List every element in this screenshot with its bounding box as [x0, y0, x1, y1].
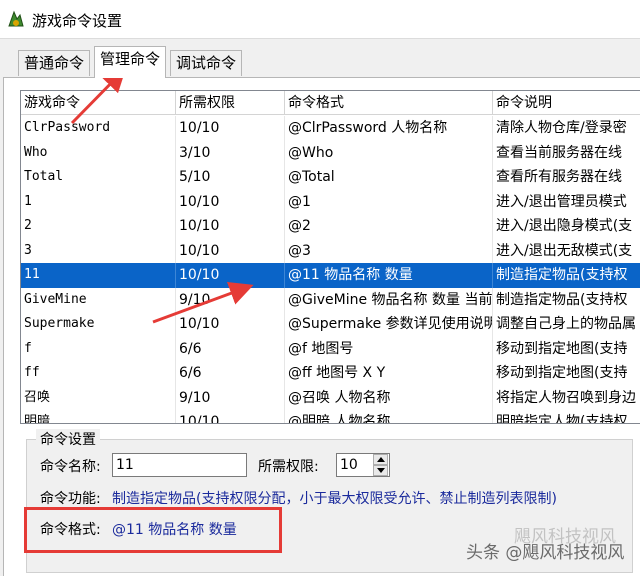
command-function-label: 命令功能:: [40, 491, 101, 507]
row-cell-permission: 10/10: [176, 189, 285, 214]
row-cell-description: 明暗指定人物(支持权: [493, 410, 640, 423]
table-row[interactable]: Supermake 10/10 @Supermake 参数详见使用说明 调整自己身上的…: [21, 312, 640, 337]
row-cell-permission: 10/10: [176, 238, 285, 263]
row-cell-description: 制造指定物品(支持权: [493, 263, 640, 288]
row-cell-format: @GiveMine 物品名称 数量 当前: [285, 287, 493, 312]
row-cell-permission: 6/6: [176, 361, 285, 386]
row-cell-command: 2: [21, 214, 176, 239]
row-cell-permission: 10/10: [176, 263, 285, 288]
table-row-selected[interactable]: 11 10/10 @11 物品名称 数量 制造指定物品(支持权: [21, 263, 640, 288]
row-cell-command: GiveMine: [21, 287, 176, 312]
command-settings-title: 命令设置: [36, 429, 100, 449]
table-row[interactable]: 2 10/10 @2 进入/退出隐身模式(支: [21, 214, 640, 239]
row-cell-command: 明暗: [21, 410, 176, 423]
tab-normal-commands[interactable]: 普通命令: [18, 50, 91, 76]
command-function-text: 制造指定物品(支持权限分配，小于最大权限受允许、禁止制造列表限制): [112, 491, 557, 507]
row-cell-description: 将指定人物召唤到身边: [493, 386, 640, 411]
tab-strip: 普通命令 管理命令 调试命令: [0, 46, 640, 78]
column-header-command[interactable]: 游戏命令: [21, 91, 176, 115]
row-cell-permission: 5/10: [176, 165, 285, 190]
table-row[interactable]: 明暗 10/10 @明暗 人物名称 明暗指定人物(支持权: [21, 410, 640, 423]
permission-label: 所需权限:: [258, 459, 319, 475]
row-cell-command: 召唤: [21, 385, 176, 410]
table-row[interactable]: f 6/6 @f 地图号 移动到指定地图(支持: [21, 336, 640, 362]
row-cell-command: Total: [21, 165, 176, 190]
row-cell-description: 移动到指定地图(支持: [493, 337, 640, 362]
watermark: 头条 @飓风科技视风: [466, 543, 625, 563]
row-cell-format: @Who: [285, 140, 493, 165]
row-cell-permission: 6/6: [176, 336, 285, 361]
row-cell-permission: 10/10: [176, 214, 285, 239]
row-cell-description: 移动到指定地图(支持: [493, 361, 640, 386]
row-cell-command: ff: [21, 361, 176, 386]
row-cell-format: @3: [285, 238, 493, 263]
row-cell-description: 进入/退出管理员模式: [493, 190, 640, 215]
tab-debug-commands[interactable]: 调试命令: [170, 50, 243, 76]
row-cell-permission: 10/10: [176, 312, 285, 337]
row-cell-description: 清除人物仓库/登录密: [493, 116, 640, 141]
table-row[interactable]: 1 10/10 @1 进入/退出管理员模式: [21, 189, 640, 215]
row-cell-description: 进入/退出无敌模式(支: [493, 239, 640, 264]
row-cell-description: 查看所有服务器在线: [493, 165, 640, 190]
game-app-icon: [8, 10, 24, 27]
table-row[interactable]: Total 5/10 @Total 查看所有服务器在线: [21, 165, 640, 190]
row-cell-command: ClrPassword: [21, 116, 176, 141]
row-cell-description: 调整自己身上的物品属: [493, 312, 640, 337]
row-cell-description: 进入/退出隐身模式(支: [493, 214, 640, 239]
row-cell-permission: 9/10: [176, 287, 285, 312]
column-header-description[interactable]: 命令说明: [493, 91, 640, 115]
row-cell-command: 1: [21, 189, 176, 214]
command-name-label: 命令名称:: [40, 459, 101, 475]
row-cell-command: Who: [21, 140, 176, 165]
permission-up-arrow-icon[interactable]: [373, 454, 388, 465]
permission-down-arrow-icon[interactable]: [373, 465, 388, 476]
row-cell-description: 查看当前服务器在线: [493, 141, 640, 166]
format-highlight-box: [24, 507, 282, 553]
table-row[interactable]: 3 10/10 @3 进入/退出无敌模式(支: [21, 238, 640, 264]
row-cell-command: Supermake: [21, 312, 176, 337]
title-bar: 游戏命令设置: [0, 0, 640, 39]
table-row[interactable]: ClrPassword 10/10 @ClrPassword 人物名称 清除人物仓库/…: [21, 116, 640, 141]
row-cell-command: 3: [21, 238, 176, 263]
row-cell-format: @明暗 人物名称: [285, 410, 493, 423]
row-cell-format: @Total: [285, 165, 493, 190]
table-row[interactable]: ff 6/6 @ff 地图号 X Y 移动到指定地图(支持: [21, 361, 640, 386]
row-cell-description: 制造指定物品(支持权: [493, 288, 640, 313]
row-cell-format: @1: [285, 189, 493, 214]
window-title: 游戏命令设置: [32, 12, 123, 30]
column-header-format[interactable]: 命令格式: [285, 91, 493, 115]
row-cell-format: @ff 地图号 X Y: [285, 361, 493, 386]
commands-table[interactable]: 游戏命令 所需权限 命令格式 命令说明 ClrPassword 10/10 @Clr…: [20, 90, 640, 424]
row-cell-format: @2: [285, 214, 493, 239]
row-cell-format: @f 地图号: [285, 336, 493, 361]
table-row[interactable]: 召唤 9/10 @召唤 人物名称 将指定人物召唤到身边: [21, 385, 640, 411]
row-cell-permission: 10/10: [176, 410, 285, 423]
row-cell-format: @Supermake 参数详见使用说明: [285, 312, 493, 337]
row-cell-format: @11 物品名称 数量: [285, 263, 493, 288]
row-cell-permission: 10/10: [176, 116, 285, 141]
row-cell-format: @ClrPassword 人物名称: [285, 116, 493, 141]
command-name-field[interactable]: 11: [112, 453, 247, 477]
row-cell-command: 11: [21, 263, 176, 288]
tab-admin-commands[interactable]: 管理命令: [94, 46, 167, 78]
row-cell-permission: 9/10: [176, 385, 285, 410]
row-cell-permission: 3/10: [176, 140, 285, 165]
table-header: 游戏命令 所需权限 命令格式 命令说明: [21, 91, 640, 116]
column-header-permission[interactable]: 所需权限: [176, 91, 285, 115]
table-row[interactable]: Who 3/10 @Who 查看当前服务器在线: [21, 140, 640, 166]
table-row[interactable]: GiveMine 9/10 @GiveMine 物品名称 数量 当前 制造指定物品(支…: [21, 287, 640, 313]
row-cell-command: f: [21, 336, 176, 361]
row-cell-format: @召唤 人物名称: [285, 385, 493, 410]
